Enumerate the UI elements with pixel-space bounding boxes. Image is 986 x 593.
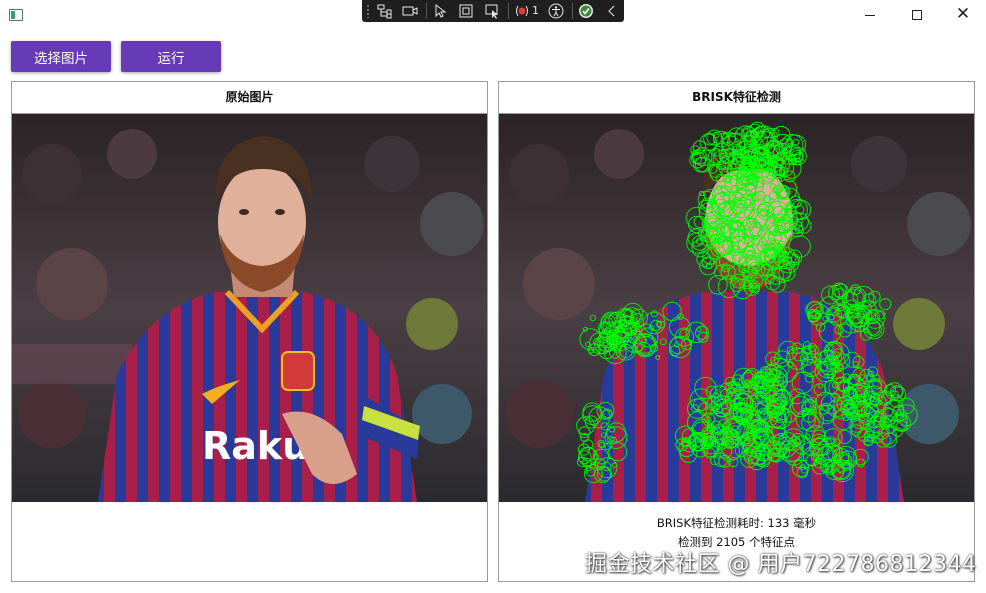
close-button[interactable]: ✕ bbox=[940, 0, 986, 31]
detection-time-text: BRISK特征检测耗时: 133 毫秒 bbox=[656, 516, 817, 530]
original-image: Rakut bbox=[12, 114, 487, 502]
live-visual-tree-icon[interactable] bbox=[376, 3, 392, 19]
xaml-debug-toolbar: 1 bbox=[362, 0, 624, 22]
minimize-icon bbox=[865, 15, 875, 16]
track-focused-element-icon[interactable] bbox=[484, 3, 500, 19]
brisk-detection-panel: BRISK特征检测 BRISK特征检测耗时: 133 毫秒 检测到 2105 个… bbox=[498, 81, 975, 582]
run-button[interactable]: 运行 bbox=[121, 41, 221, 72]
original-image-title: 原始图片 bbox=[12, 82, 487, 114]
video-camera-icon[interactable] bbox=[402, 3, 418, 19]
select-element-icon[interactable] bbox=[432, 3, 448, 19]
close-icon: ✕ bbox=[955, 4, 971, 24]
app-icon bbox=[9, 9, 23, 21]
minimize-button[interactable] bbox=[848, 0, 894, 31]
maximize-icon bbox=[912, 10, 922, 20]
brisk-detection-title: BRISK特征检测 bbox=[499, 82, 974, 114]
display-layout-adorners-icon[interactable] bbox=[458, 3, 474, 19]
watermark: 掘金技术社区 @ 用户722786812344 bbox=[585, 552, 977, 577]
original-image-panel: 原始图片 Rakut bbox=[11, 81, 488, 582]
binding-error-count: 1 bbox=[532, 4, 539, 17]
title-bar: 1 ✕ bbox=[0, 0, 986, 31]
hot-reload-ok-icon[interactable] bbox=[578, 3, 594, 19]
collapse-toolbar-chevron-icon[interactable] bbox=[604, 3, 620, 19]
brisk-result-image bbox=[499, 114, 974, 502]
toolbar-grip-icon[interactable] bbox=[366, 4, 370, 18]
maximize-button[interactable] bbox=[894, 0, 940, 31]
select-image-button[interactable]: 选择图片 bbox=[11, 41, 111, 72]
accessibility-icon[interactable] bbox=[548, 3, 564, 19]
binding-failures-icon[interactable] bbox=[514, 3, 530, 19]
